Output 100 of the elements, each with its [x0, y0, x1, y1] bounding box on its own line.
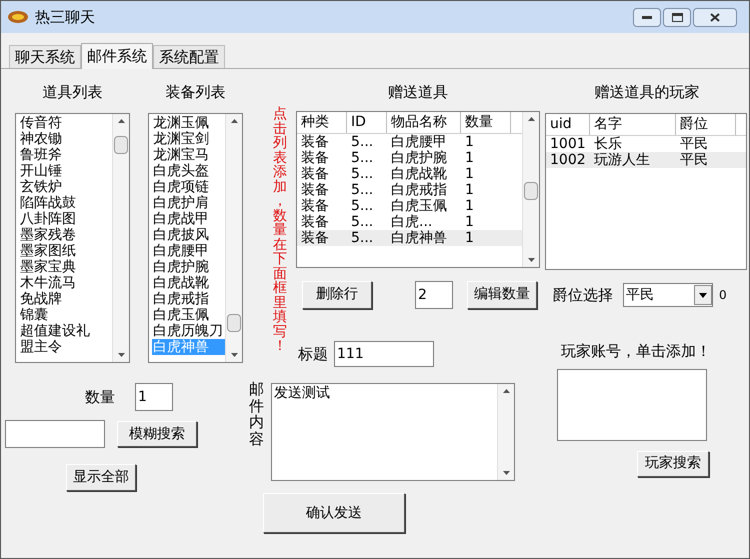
table-cell-text: 1	[464, 182, 475, 198]
list-item[interactable]: 神农锄	[19, 131, 112, 147]
table-cell-text: 5...	[350, 150, 374, 166]
show-all-button[interactable]: 显示全部	[66, 464, 136, 491]
table-cell-text: 5...	[350, 166, 374, 182]
edit-quantity-button[interactable]: 编辑数量	[467, 280, 537, 309]
up-arrow-icon	[118, 119, 124, 123]
tab[interactable]: 聊天系统	[9, 45, 81, 68]
search-input[interactable]	[5, 420, 105, 448]
delete-row-button[interactable]: 删除行	[302, 280, 372, 309]
list-item[interactable]: 白虎披风	[152, 227, 225, 243]
list-item[interactable]: 龙渊宝剑	[152, 131, 225, 147]
content-textarea[interactable]: 发送测试	[271, 383, 515, 481]
rank-value: 平民	[625, 286, 654, 304]
subject-input[interactable]: 111	[334, 341, 434, 367]
list-item[interactable]: 八卦阵图	[19, 211, 112, 227]
tab[interactable]: 邮件系统	[81, 43, 153, 69]
app-logo-icon	[7, 10, 29, 24]
list-item[interactable]: 鲁班斧	[19, 147, 112, 163]
scroll-thumb[interactable]	[114, 136, 128, 154]
table-cell-text: 白虎戒指	[390, 182, 448, 198]
minimize-button[interactable]	[633, 8, 661, 26]
table-cell-text: 长乐	[593, 136, 623, 152]
table-cell-text: 1	[464, 214, 475, 230]
close-button[interactable]	[693, 8, 737, 26]
tab[interactable]: 系统配置	[153, 45, 225, 68]
table-row[interactable]: 1002 玩游人生 平民	[546, 152, 746, 168]
list-item[interactable]: 白虎项链	[152, 179, 225, 195]
table-cell-text: 1	[464, 166, 475, 182]
list-item[interactable]: 白虎腰甲	[152, 243, 225, 259]
quantity-input[interactable]: 2	[415, 280, 453, 309]
dropdown-caret-icon	[694, 285, 712, 305]
table-cell-text: 1	[464, 134, 475, 150]
rank-select[interactable]: 平民	[623, 283, 713, 307]
rank-extra: 0	[719, 287, 727, 304]
list-item[interactable]: 白虎玉佩	[152, 307, 225, 323]
quantity-input[interactable]: 1	[135, 383, 173, 411]
list-item[interactable]: 龙渊玉佩	[152, 115, 225, 131]
list-item[interactable]: 白虎战靴	[152, 275, 225, 291]
up-arrow-icon	[230, 119, 238, 123]
list-item[interactable]: 玄铁炉	[19, 179, 112, 195]
table-cell-text: 玩游人生	[593, 152, 651, 168]
table-row[interactable]: 装备 5... 白虎神兽 1	[297, 230, 522, 246]
close-icon	[710, 12, 720, 22]
table-cell-text: 5...	[350, 230, 374, 246]
scrollbar[interactable]	[522, 112, 539, 268]
player-search-button[interactable]: 玩家搜索	[637, 450, 709, 476]
table-cell-text: 5...	[350, 182, 374, 198]
table-cell-text: 白虎护腕	[390, 150, 448, 166]
maximize-button[interactable]	[663, 8, 691, 26]
table-cell-text: 装备	[300, 214, 330, 230]
list-item[interactable]: 超值建设礼	[19, 323, 112, 339]
table-cell-text: 白虎玉佩	[390, 198, 448, 214]
list-item[interactable]: 传音符	[19, 115, 112, 131]
send-button[interactable]: 确认发送	[263, 493, 405, 533]
scroll-thumb[interactable]	[227, 314, 241, 332]
table-cell-text: 1002	[549, 152, 587, 168]
list-item[interactable]: 白虎护腕	[152, 259, 225, 275]
table-cell-text: 平民	[679, 136, 709, 152]
table-cell-text: 白虎神兽	[390, 230, 448, 246]
list-item[interactable]: 白虎历魄刀	[152, 323, 225, 339]
list-title: 道具列表	[42, 82, 104, 103]
list-item[interactable]: 白虎战甲	[152, 211, 225, 227]
list-item[interactable]: 白虎护肩	[152, 195, 225, 211]
scroll-thumb[interactable]	[524, 182, 538, 200]
down-arrow-icon	[528, 258, 534, 262]
list-item[interactable]: 墨家宝典	[19, 259, 112, 275]
hint-text: 点击列表添加，数量在下面框里填写！	[273, 107, 288, 354]
table-cell-text: 5...	[350, 214, 374, 230]
list-item[interactable]: 锦囊	[19, 307, 112, 323]
account-list[interactable]	[557, 368, 707, 440]
table-cell-text: 1001	[549, 136, 587, 152]
list-item[interactable]: 陷阵战鼓	[19, 195, 112, 211]
quantity-label: 数量	[85, 386, 115, 408]
table-cell-text: 1	[464, 230, 475, 246]
table-cell-text: 白虎战靴	[390, 166, 448, 182]
table-cell-text: 白虎...	[390, 214, 434, 230]
subject-label: 标题	[298, 344, 328, 365]
maximize-icon	[672, 12, 682, 22]
table-cell-text: 装备	[300, 230, 330, 246]
list-item[interactable]: 白虎戒指	[152, 291, 225, 307]
scrollbar[interactable]	[225, 114, 242, 362]
section-title: 赠送道具的玩家	[594, 82, 700, 103]
window-title: 热三聊天	[35, 6, 95, 28]
table-cell-text: 1	[464, 150, 475, 166]
table-cell-text: 平民	[679, 152, 709, 168]
scrollbar[interactable]	[497, 384, 514, 480]
list-item[interactable]: 木牛流马	[19, 275, 112, 291]
table-cell-text: 装备	[300, 182, 330, 198]
list-item[interactable]: 免战牌	[19, 291, 112, 307]
section-title: 赠送道具	[387, 82, 449, 103]
list-item[interactable]: 墨家残卷	[19, 227, 112, 243]
scrollbar[interactable]	[112, 114, 129, 362]
list-item[interactable]: 盟主令	[19, 339, 112, 355]
list-item[interactable]: 白虎头盔	[152, 163, 225, 179]
list-item[interactable]: 墨家图纸	[19, 243, 112, 259]
fuzzy-search-button[interactable]: 模糊搜索	[117, 421, 197, 447]
down-arrow-icon	[118, 353, 124, 357]
list-item[interactable]: 开山锤	[19, 163, 112, 179]
list-item[interactable]: 龙渊宝马	[152, 147, 225, 163]
